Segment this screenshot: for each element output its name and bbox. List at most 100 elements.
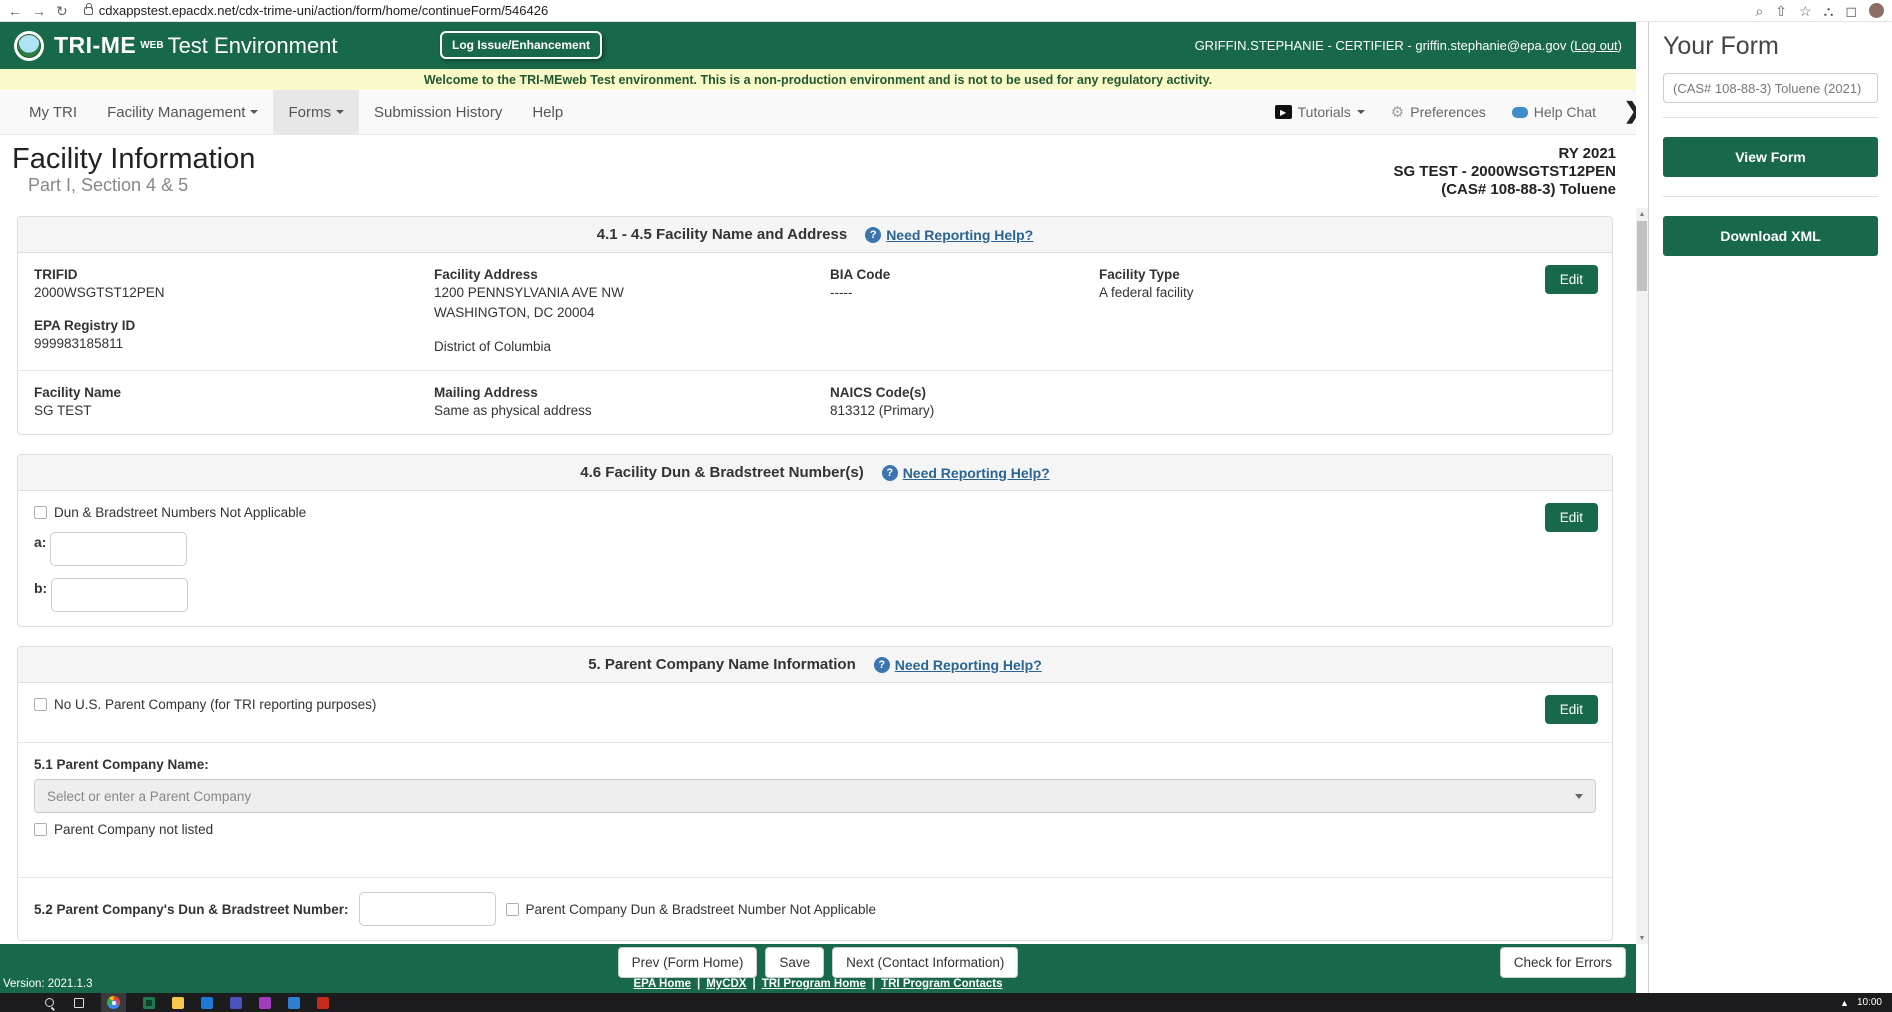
footer-link-tri-program-contacts[interactable]: TRI Program Contacts [881, 978, 1002, 990]
scroll-down-arrow-icon[interactable]: ▼ [1636, 932, 1648, 944]
chrome-taskbar-item[interactable] [101, 993, 126, 1012]
divider [18, 742, 1612, 743]
address-bar[interactable]: cdxappstest.epacdx.net/cdx-trime-uni/act… [78, 2, 1746, 18]
footer-link-epa-home[interactable]: EPA Home [633, 978, 691, 990]
user-info-suffix: ) [1617, 38, 1622, 53]
parent-not-listed-checkbox[interactable] [34, 823, 47, 836]
footer-link-mycdx[interactable]: MyCDX [706, 978, 746, 990]
prev-button[interactable]: Prev (Form Home) [617, 947, 758, 978]
dnb-a-input[interactable] [50, 532, 188, 566]
brand-web-label: WEB [140, 40, 164, 51]
app-icon-red[interactable] [316, 996, 329, 1009]
form-select-value: (CAS# 108-88-3) Toluene (2021) [1673, 80, 1862, 96]
need-reporting-help[interactable]: ? Need Reporting Help? [873, 656, 1042, 673]
vertical-scrollbar[interactable]: ▲ ▼ [1636, 208, 1648, 944]
no-parent-company-checkbox[interactable] [34, 698, 47, 711]
nav-item-forms[interactable]: Forms [273, 90, 359, 134]
next-button[interactable]: Next (Contact Information) [832, 947, 1019, 978]
back-icon[interactable]: ← [8, 4, 22, 18]
bia-code-value: ----- [830, 285, 853, 300]
check-for-errors-button[interactable]: Check for Errors [1499, 947, 1626, 978]
footer-buttons: Prev (Form Home) Save Next (Contact Info… [0, 947, 1636, 978]
refresh-icon[interactable]: ↻ [56, 4, 68, 18]
tray-expand-icon[interactable]: ▲ [1840, 998, 1849, 1008]
dnb-field-b-row: b: [34, 578, 1596, 612]
outlook-icon[interactable] [200, 996, 213, 1009]
main-column: TRI-ME WEB Test Environment Log Issue/En… [0, 22, 1642, 993]
taskbar-tray: ▲ 10:00 [1840, 997, 1888, 1008]
help-link[interactable]: Need Reporting Help? [895, 657, 1042, 673]
task-view-icon[interactable] [72, 996, 85, 1009]
scrollbar-thumb[interactable] [1637, 221, 1647, 291]
panel-header: 4.6 Facility Dun & Bradstreet Number(s) … [18, 455, 1612, 491]
forward-icon[interactable]: → [32, 4, 46, 18]
edit-facility-button[interactable]: Edit [1544, 265, 1598, 294]
save-button[interactable]: Save [765, 947, 825, 978]
download-xml-button[interactable]: Download XML [1663, 216, 1878, 256]
parent-dnb-input[interactable] [358, 892, 496, 926]
facility-identifier: SG TEST - 2000WSGTST12PEN [1393, 163, 1616, 180]
naics-label: NAICS Code(s) [830, 385, 927, 400]
need-reporting-help[interactable]: ? Need Reporting Help? [881, 464, 1050, 481]
dnb-not-applicable-checkbox[interactable] [34, 506, 47, 519]
zoom-icon[interactable]: ⌕ [1755, 4, 1763, 18]
help-link[interactable]: Need Reporting Help? [886, 227, 1033, 243]
bookmark-star-icon[interactable]: ☆ [1799, 4, 1812, 18]
lock-icon [83, 2, 93, 15]
edit-parent-company-button[interactable]: Edit [1544, 695, 1598, 724]
tutorials-menu[interactable]: ▶ Tutorials [1274, 104, 1365, 120]
link-separator: | [697, 978, 701, 990]
parent-dnb-na-row: Parent Company Dun & Bradstreet Number N… [505, 902, 876, 917]
windows-taskbar: ▲ 10:00 [0, 993, 1892, 1012]
view-form-button[interactable]: View Form [1663, 137, 1878, 177]
parent-company-select[interactable]: Select or enter a Parent Company [34, 779, 1596, 813]
facility-type-label: Facility Type [1099, 267, 1180, 282]
app-icon-blue[interactable] [287, 996, 300, 1009]
nav-item-my-tri[interactable]: My TRI [14, 90, 92, 134]
taskbar-search-icon[interactable] [43, 996, 56, 1009]
parent-not-listed-row: Parent Company not listed [34, 822, 1596, 837]
nav-label: Submission History [373, 103, 503, 121]
log-issue-button[interactable]: Log Issue/Enhancement [440, 31, 603, 59]
profile-avatar[interactable] [1869, 3, 1884, 18]
windows-start-icon[interactable] [14, 996, 27, 1009]
page-head: Facility Information Part I, Section 4 &… [0, 135, 1636, 208]
nav-item-facility-management[interactable]: Facility Management [92, 90, 273, 134]
taskbar-clock[interactable]: 10:00 [1857, 997, 1888, 1008]
dnb-b-input[interactable] [51, 578, 189, 612]
brand-environment: Test Environment [167, 32, 338, 58]
footer-links: EPA Home | MyCDX | TRI Program Home | TR… [0, 978, 1636, 990]
app-icon-purple[interactable] [258, 996, 271, 1009]
gear-icon: ⚙ [1390, 104, 1405, 121]
help-chat-button[interactable]: Help Chat [1511, 104, 1596, 120]
app-icon-green[interactable] [142, 996, 155, 1009]
puzzle-icon[interactable]: ◻ [1845, 4, 1857, 18]
teams-icon[interactable] [229, 996, 242, 1009]
file-explorer-icon[interactable] [171, 996, 184, 1009]
dnb-not-applicable-row: Dun & Bradstreet Numbers Not Applicable [34, 505, 1596, 520]
parent-dnb-na-checkbox[interactable] [505, 902, 519, 916]
footer-link-tri-program-home[interactable]: TRI Program Home [762, 978, 866, 990]
caret-down-icon [250, 110, 259, 114]
edit-dnb-button[interactable]: Edit [1544, 503, 1598, 532]
mailing-address-value: Same as physical address [434, 403, 592, 418]
page-title: Facility Information [12, 143, 256, 175]
share-icon[interactable]: ⇧ [1775, 4, 1787, 18]
url-text[interactable]: cdxappstest.epacdx.net/cdx-trime-uni/act… [99, 3, 548, 18]
need-reporting-help[interactable]: ? Need Reporting Help? [865, 226, 1033, 243]
scroll-up-arrow-icon[interactable]: ▲ [1636, 208, 1648, 220]
trifid-value: 2000WSGTST12PEN [34, 285, 165, 300]
parent-dnb-label: 5.2 Parent Company's Dun & Bradstreet Nu… [34, 901, 349, 917]
nav-item-submission-history[interactable]: Submission History [359, 90, 517, 134]
preferences-button[interactable]: ⚙ Preferences [1391, 103, 1486, 121]
address-line2: WASHINGTON, DC 20004 [434, 305, 595, 320]
tutorials-label: Tutorials [1297, 104, 1351, 120]
chrome-icon [107, 996, 120, 1009]
section-title: 5. Parent Company Name Information [588, 656, 856, 673]
form-select[interactable]: (CAS# 108-88-3) Toluene (2021) [1663, 73, 1878, 103]
dnb-b-label: b: [34, 580, 48, 596]
help-link[interactable]: Need Reporting Help? [903, 465, 1050, 481]
nav-item-help[interactable]: Help [517, 90, 578, 134]
extensions-icon[interactable]: ⛬ [1824, 4, 1834, 18]
logout-link[interactable]: Log out [1574, 38, 1617, 53]
